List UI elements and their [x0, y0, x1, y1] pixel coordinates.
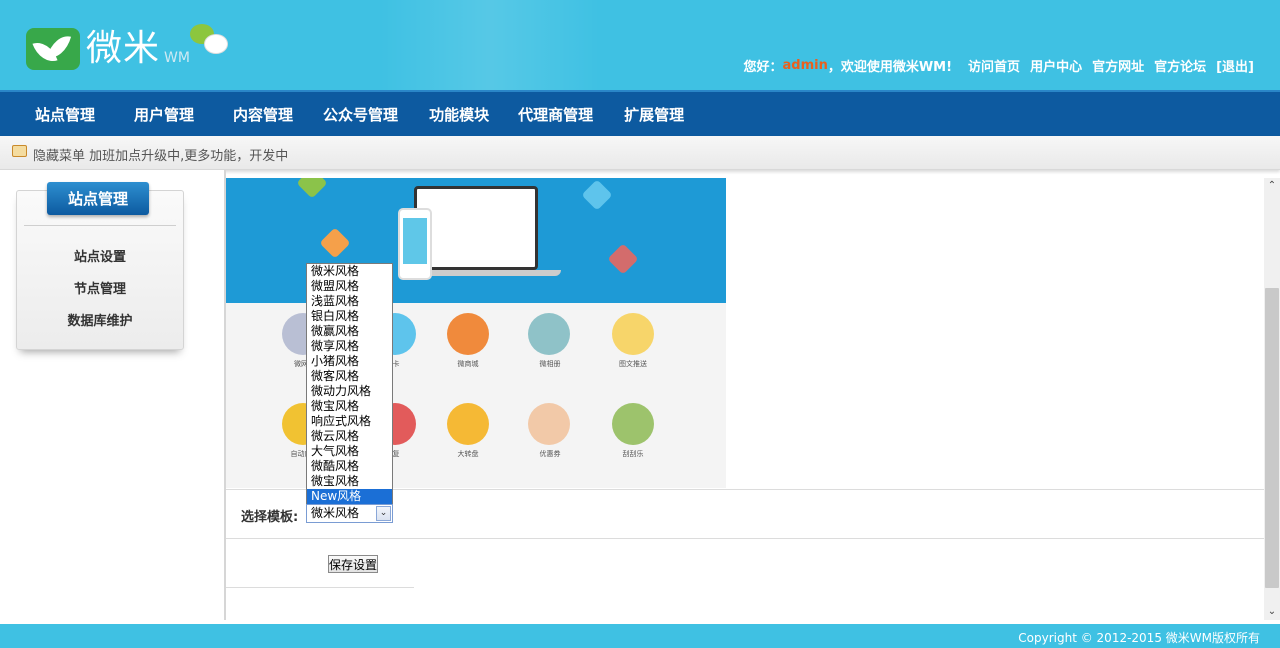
preview-caption: 图文推送: [619, 360, 647, 368]
preview-caption: 微商城: [457, 360, 479, 368]
sidebar-item-site-settings[interactable]: 站点设置: [16, 246, 184, 265]
template-option[interactable]: 银白风格: [307, 309, 392, 324]
template-option[interactable]: 大气风格: [307, 444, 392, 459]
preview-circle: [447, 313, 489, 355]
copyright-text: Copyright © 2012-2015 微米WM版权所有: [1018, 631, 1260, 645]
scroll-thumb[interactable]: [1265, 288, 1279, 588]
logo-sub: WM: [164, 50, 190, 66]
chevron-down-icon[interactable]: ⌄: [376, 506, 391, 521]
template-option[interactable]: 微云风格: [307, 429, 392, 444]
template-preview-image: 微网 卡 微商城 微相册 图文推送 自动应 复 大转盘 优惠券 刮刮乐: [226, 178, 726, 488]
sidebar-item-database[interactable]: 数据库维护: [16, 310, 184, 329]
logo[interactable]: 微米 WM: [26, 24, 190, 70]
header: 微米 WM 您好： admin ，欢迎使用微米WM! 访问首页 用户中心 官方网…: [0, 0, 1280, 90]
template-select-value: 微米风格: [311, 506, 360, 520]
tip-text[interactable]: 隐藏菜单 加班加点升级中,更多功能，开发中: [33, 145, 288, 164]
template-select[interactable]: 微米风格 ⌄: [306, 504, 393, 523]
preview-caption: 刮刮乐: [622, 450, 644, 458]
link-home[interactable]: 访问首页: [968, 56, 1020, 75]
link-forum[interactable]: 官方论坛: [1154, 56, 1206, 75]
template-option[interactable]: 响应式风格: [307, 414, 392, 429]
scroll-down-icon[interactable]: ⌄: [1264, 604, 1280, 620]
nav-agent-management[interactable]: 代理商管理: [518, 104, 593, 125]
template-option[interactable]: 微客风格: [307, 369, 392, 384]
preview-caption: 微相册: [539, 360, 561, 368]
template-option[interactable]: 微赢风格: [307, 324, 392, 339]
preview-circle: [528, 313, 570, 355]
preview-circle: [447, 403, 489, 445]
nav-site-management[interactable]: 站点管理: [35, 104, 95, 125]
main-nav: 站点管理 用户管理 内容管理 公众号管理 功能模块 代理商管理 扩展管理: [0, 90, 1280, 136]
header-glow: [380, 0, 600, 90]
template-label: 选择模板:: [241, 510, 299, 525]
template-dropdown-list[interactable]: 微米风格 微盟风格 浅蓝风格 银白风格 微赢风格 微享风格 小猪风格 微客风格 …: [306, 263, 393, 504]
vertical-scrollbar[interactable]: ⌃ ⌄: [1264, 178, 1280, 620]
preview-circle: [612, 403, 654, 445]
preview-circle: [528, 403, 570, 445]
sidebar-item-node-management[interactable]: 节点管理: [16, 278, 184, 297]
template-option[interactable]: 微宝风格: [307, 474, 392, 489]
template-option[interactable]: 小猪风格: [307, 354, 392, 369]
top-links: 您好： admin ，欢迎使用微米WM! 访问首页 用户中心 官方网址 官方论坛…: [743, 56, 1254, 75]
tip-bar: 隐藏菜单 加班加点升级中,更多功能，开发中: [0, 136, 1280, 170]
template-option[interactable]: 微动力风格: [307, 384, 392, 399]
save-settings-button[interactable]: 保存设置: [328, 555, 378, 573]
preview-circle: [612, 313, 654, 355]
greeting-suffix: ，欢迎使用微米WM!: [827, 60, 953, 75]
preview-laptop: [414, 186, 538, 270]
nav-user-management[interactable]: 用户管理: [134, 104, 194, 125]
nav-modules[interactable]: 功能模块: [429, 104, 489, 125]
nav-official-account[interactable]: 公众号管理: [323, 104, 398, 125]
template-option[interactable]: 微酷风格: [307, 459, 392, 474]
greeting-prefix: 您好：: [743, 60, 783, 75]
logo-text: 微米: [86, 28, 161, 69]
sidebar-divider: [24, 225, 176, 226]
template-option[interactable]: 微宝风格: [307, 399, 392, 414]
nav-extensions[interactable]: 扩展管理: [624, 104, 684, 125]
template-option-highlighted[interactable]: New风格: [307, 489, 392, 504]
link-logout[interactable]: [退出]: [1216, 56, 1254, 75]
form-divider: [226, 587, 414, 588]
template-option[interactable]: 浅蓝风格: [307, 294, 392, 309]
preview-caption: 优惠券: [539, 450, 561, 458]
nav-content-management[interactable]: 内容管理: [233, 104, 293, 125]
scroll-up-icon[interactable]: ⌃: [1264, 178, 1280, 194]
link-official-site[interactable]: 官方网址: [1092, 56, 1144, 75]
chat-bubbles-icon: [190, 24, 232, 58]
template-option[interactable]: 微盟风格: [307, 279, 392, 294]
template-option[interactable]: 微米风格: [307, 264, 392, 279]
template-option[interactable]: 微享风格: [307, 339, 392, 354]
leaf-logo-icon: [26, 28, 80, 70]
sidebar-title: 站点管理: [47, 182, 149, 215]
form-divider: [226, 538, 1264, 539]
footer: Copyright © 2012-2015 微米WM版权所有: [0, 624, 1280, 648]
link-user-center[interactable]: 用户中心: [1030, 56, 1082, 75]
username: admin: [782, 58, 828, 73]
preview-phone: [398, 208, 432, 280]
folder-icon[interactable]: [12, 145, 27, 157]
preview-caption: 大转盘: [457, 450, 479, 458]
